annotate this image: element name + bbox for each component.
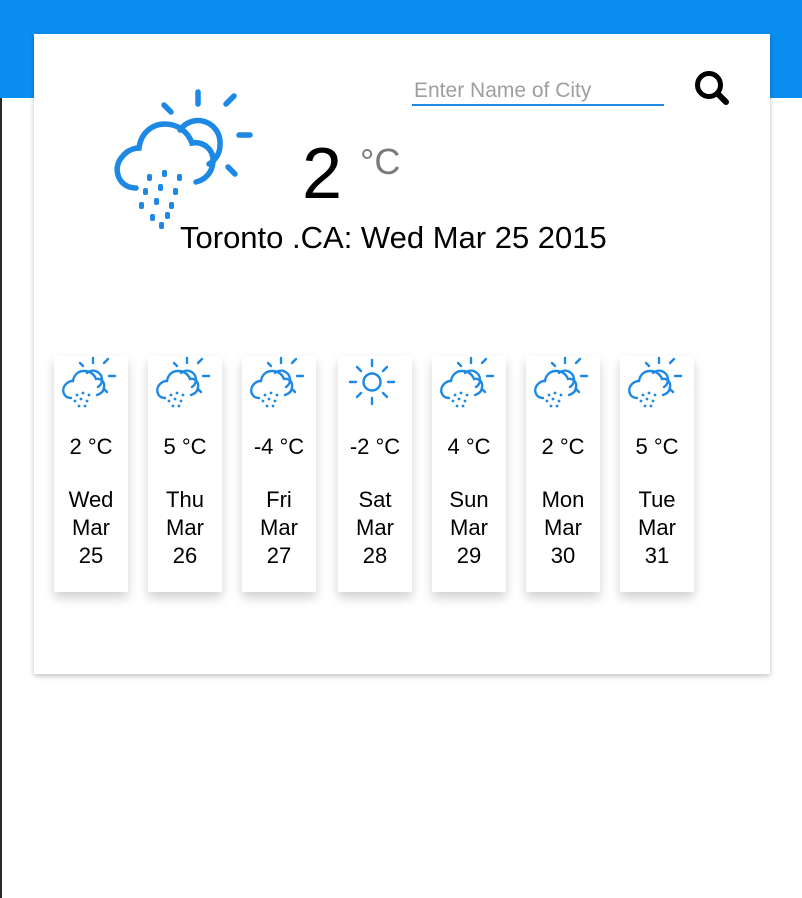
city-search-input[interactable] [412,78,664,106]
forecast-weekday: Thu [166,487,204,512]
forecast-temp: 5 °C [635,434,679,459]
forecast-day-number: 27 [266,543,292,568]
forecast-date: Mon Mar 30 [526,486,600,570]
forecast-month: Mar [260,515,298,540]
search-icon [695,71,729,105]
forecast-date: Tue Mar 31 [620,486,694,570]
cloud-sun-rain-icon [156,356,211,408]
cloud-sun-rain-icon [534,356,589,408]
forecast-weekday: Sat [358,487,392,512]
forecast-day-number: 30 [550,543,576,568]
forecast-date: Fri Mar 27 [242,486,316,570]
forecast-day-number: 26 [172,543,198,568]
cloud-sun-rain-icon [440,356,495,408]
temperature-unit: °C [360,141,401,182]
forecast-temp: 2 °C [541,434,585,459]
forecast-weekday: Sun [449,487,489,512]
sun-icon [348,358,396,406]
forecast-month: Mar [166,515,204,540]
forecast-date: Sat Mar 28 [338,486,412,570]
forecast-day-number: 31 [644,543,670,568]
search-button[interactable] [688,64,736,112]
cloud-sun-rain-icon [250,356,305,408]
forecast-date: Thu Mar 26 [148,486,222,570]
forecast-day: 2 °C Wed Mar 25 [54,356,128,592]
forecast-month: Mar [450,515,488,540]
forecast-weekday: Tue [638,487,676,512]
cloud-sun-rain-icon [114,89,253,229]
current-temperature: 2 [302,134,343,214]
forecast-temp: 5 °C [163,434,207,459]
forecast-weekday: Wed [68,487,114,512]
forecast-month: Mar [72,515,110,540]
forecast-day-number: 25 [78,543,104,568]
forecast-day: -4 °C Fri Mar 27 [242,356,316,592]
forecast-temp: 4 °C [447,434,491,459]
forecast-day-number: 29 [456,543,482,568]
forecast-day: 2 °C Mon Mar 30 [526,356,600,592]
forecast-weekday: Mon [541,487,585,512]
forecast-temp: -2 °C [349,434,401,459]
cloud-sun-rain-icon [628,356,683,408]
forecast-month: Mar [638,515,676,540]
window-edge [0,98,2,898]
weather-card: 2 °C Toronto .CA: Wed Mar 25 2015 2 °C [34,34,770,674]
forecast-day: 4 °C Sun Mar 29 [432,356,506,592]
forecast-day: 5 °C Thu Mar 26 [148,356,222,592]
cloud-sun-rain-icon [62,356,117,408]
forecast-date: Wed Mar 25 [54,486,128,570]
forecast-month: Mar [356,515,394,540]
forecast-day: -2 °C Sat Mar 28 [338,356,412,592]
forecast-weekday: Fri [266,487,292,512]
forecast-date: Sun Mar 29 [432,486,506,570]
forecast-day: 5 °C Tue Mar 31 [620,356,694,592]
forecast-temp: 2 °C [69,434,113,459]
forecast-temp: -4 °C [253,434,305,459]
location-date: Toronto .CA: Wed Mar 25 2015 [180,220,607,255]
forecast-month: Mar [544,515,582,540]
forecast-day-number: 28 [362,543,388,568]
